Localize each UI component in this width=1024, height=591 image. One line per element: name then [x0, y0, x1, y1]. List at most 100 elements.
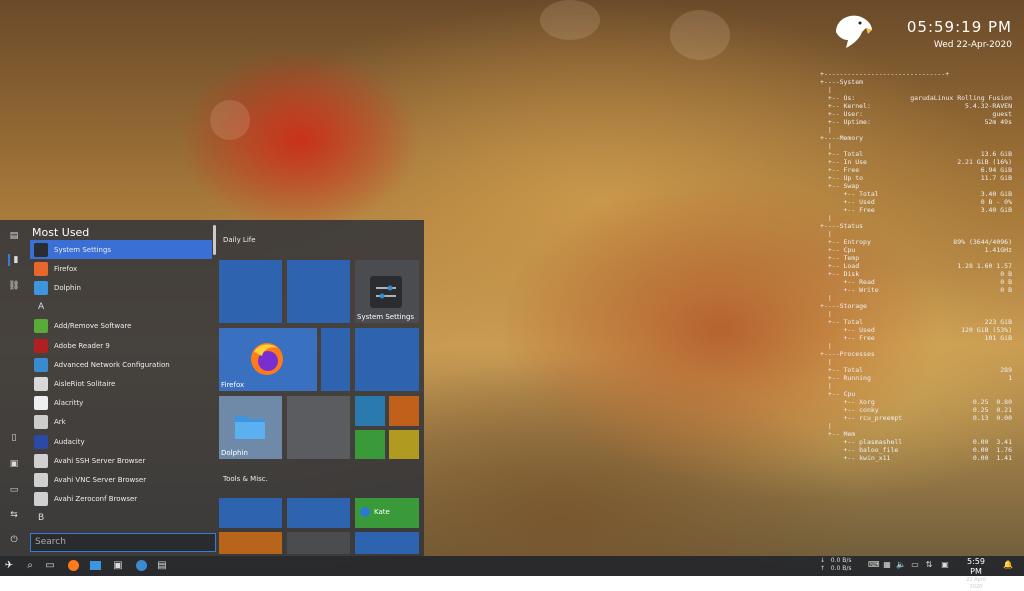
keyboard-icon[interactable]: ⌨: [868, 560, 880, 570]
conky-value: 13.6 GiB: [980, 150, 1012, 158]
notifications-bell-icon[interactable]: 🔔: [1003, 560, 1013, 570]
conky-value: 0 B: [1000, 286, 1012, 294]
tile-blank[interactable]: [287, 260, 350, 323]
app-icon: [34, 261, 48, 276]
conky-value: 1.41GHz: [984, 246, 1012, 254]
clipboard-icon[interactable]: ▦: [882, 560, 892, 570]
app-icon: [34, 492, 48, 507]
taskbar-clock[interactable]: 5:59 PM 22 April 2020: [960, 557, 992, 591]
tile-blank[interactable]: [355, 328, 419, 391]
search-icon[interactable]: ⌕: [24, 560, 36, 572]
app-list-item[interactable]: Advanced Network Configuration: [30, 355, 212, 374]
conky-label: +-- Running: [820, 374, 871, 382]
tile-blank[interactable]: [355, 532, 419, 554]
app-label: Dolphin: [54, 283, 81, 292]
conky-row: +-- baloo_file 0.00 1.76: [820, 446, 1012, 454]
conky-label: +-- Cpu: [820, 390, 856, 398]
tile-system-settings[interactable]: System Settings: [355, 260, 419, 323]
app-list-scrollbar[interactable]: [213, 225, 216, 255]
tile-grid: Daily Life System Settings Firefox Dolph…: [218, 220, 424, 556]
app-label: Firefox: [54, 264, 78, 273]
firefox-icon[interactable]: [67, 560, 79, 572]
conky-value: 289: [1000, 366, 1012, 374]
app-icon: [34, 319, 48, 334]
folder-icon[interactable]: ▭: [8, 484, 20, 496]
volume-icon[interactable]: 🔈: [896, 560, 906, 570]
app-list-item[interactable]: Avahi VNC Server Browser: [30, 470, 212, 489]
tile-dolphin[interactable]: Dolphin: [219, 396, 282, 459]
conky-label: +----Memory: [820, 134, 864, 142]
display-icon[interactable]: ▣: [8, 458, 20, 470]
search-input[interactable]: Search: [30, 533, 216, 552]
conky-row: +-- conky 0.25 0.21: [820, 406, 1012, 414]
conky-label: +-- Entropy: [820, 238, 871, 246]
app-list-item[interactable]: Ark: [30, 413, 212, 432]
favorites-icon[interactable]: ▤: [8, 230, 20, 242]
switch-user-icon[interactable]: ⇆: [8, 509, 20, 521]
system-monitor-icon[interactable]: ▤: [156, 560, 168, 572]
conky-label: +-- Xorg: [820, 398, 875, 406]
app-list-item[interactable]: Adobe Reader 9: [30, 336, 212, 355]
system-settings-icon: [370, 276, 402, 308]
tile-blank[interactable]: [287, 396, 350, 459]
tile-small[interactable]: [389, 396, 419, 426]
conky-label: |: [820, 342, 832, 350]
conky-label: |: [820, 310, 832, 318]
tile-small[interactable]: [355, 430, 385, 459]
tile-blank[interactable]: [219, 532, 282, 554]
app-list-item[interactable]: Alacritty: [30, 394, 212, 413]
conky-row: +-- Total 289: [820, 366, 1012, 374]
conky-label: +----Status: [820, 222, 864, 230]
conky-row: +----Memory: [820, 134, 1012, 142]
app-list-item[interactable]: Avahi SSH Server Browser: [30, 451, 212, 470]
conky-label: |: [820, 382, 832, 390]
conky-label: +-- rcu_preempt: [820, 414, 903, 422]
most-used-heading: Most Used: [32, 226, 90, 239]
conky-row: +-------------------------------+: [820, 70, 1012, 78]
tile-blank[interactable]: [219, 498, 282, 528]
tile-blank[interactable]: [321, 328, 350, 391]
power-icon[interactable]: ⏻: [8, 534, 20, 546]
tile-blank[interactable]: [287, 498, 350, 528]
conky-value: 223 GiB: [984, 318, 1012, 326]
conky-row: +----Storage: [820, 302, 1012, 310]
conky-row: |: [820, 142, 1012, 150]
tile-firefox[interactable]: Firefox: [219, 328, 317, 391]
tile-label: Dolphin: [221, 449, 248, 457]
display-icon[interactable]: ▭: [910, 560, 920, 570]
tile-small[interactable]: [389, 430, 419, 459]
app-list-item[interactable]: Firefox: [30, 259, 212, 278]
network-icon[interactable]: ⛓: [8, 280, 20, 292]
tile-small[interactable]: [355, 396, 385, 426]
conky-row: |: [820, 230, 1012, 238]
app-list-item[interactable]: System Settings: [30, 240, 212, 259]
tile-blank[interactable]: [287, 532, 350, 554]
app-list-item[interactable]: Dolphin: [30, 278, 212, 297]
app-list-item[interactable]: Audacity: [30, 432, 212, 451]
app-list-item[interactable]: AisleRiot Solitaire: [30, 374, 212, 393]
terminal-icon[interactable]: ▣: [112, 560, 124, 572]
conky-value: 3.40 GiB: [980, 190, 1012, 198]
conky-label: +-- baloo_file: [820, 446, 899, 454]
desktop-overview-icon[interactable]: ▭: [44, 560, 56, 572]
app-list-item[interactable]: Avahi Zeroconf Browser: [30, 490, 212, 509]
garuda-launcher-icon[interactable]: ✈: [3, 560, 15, 572]
dolphin-icon[interactable]: [89, 560, 101, 572]
conky-value: 120 GiB (53%): [961, 326, 1012, 334]
conky-label: +-- Temp: [820, 254, 860, 262]
app-label: Avahi Zeroconf Browser: [54, 495, 138, 504]
app-icon: [34, 396, 48, 411]
conky-label: +-- Read: [820, 278, 875, 286]
all-apps-icon[interactable]: ▮: [8, 254, 22, 266]
tile-blank[interactable]: [219, 260, 282, 323]
app-label: System Settings: [54, 245, 112, 254]
battery-icon[interactable]: ▣: [940, 560, 950, 570]
network-manager-icon[interactable]: [135, 560, 147, 572]
tile-kate[interactable]: Kate: [355, 498, 419, 528]
app-list-item[interactable]: Add/Remove Software: [30, 317, 212, 336]
documents-icon[interactable]: ▯: [8, 432, 20, 444]
conky-row: |: [820, 382, 1012, 390]
conky-label: +-- Swap: [820, 182, 860, 190]
tile-label: Kate: [374, 508, 390, 516]
network-wifi-icon[interactable]: ⇅: [924, 560, 934, 570]
